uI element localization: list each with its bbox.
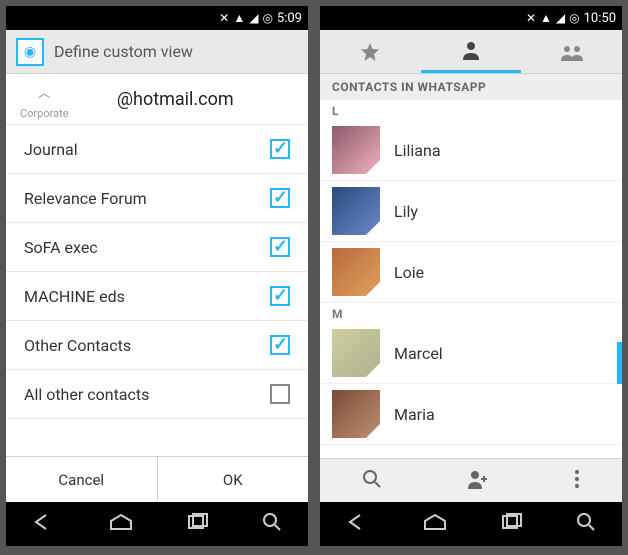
section-domain: @hotmail.com	[87, 89, 264, 110]
signal-icon: ◢	[556, 11, 565, 25]
add-contact-icon[interactable]	[466, 468, 490, 494]
checkbox-row[interactable]: SoFA exec	[6, 223, 308, 272]
tab-bar	[320, 30, 622, 74]
content-area: ︿ Corporate @hotmail.com Journal Relevanc…	[6, 74, 308, 456]
list-header: CONTACTS IN WHATSAPP	[320, 74, 622, 100]
row-label: Relevance Forum	[24, 189, 147, 208]
app-icon: ◉	[16, 38, 44, 66]
tab-favorites[interactable]	[320, 30, 421, 73]
nfc-icon: ◎	[262, 11, 272, 25]
group-icon	[559, 41, 585, 63]
phone-left: ✕ ▲ ◢ ◎ 5:09 ◉ Define custom view ︿ Corp…	[6, 6, 308, 546]
content-area: CONTACTS IN WHATSAPP L Liliana Lily Loie M Ma…	[320, 74, 622, 458]
tab-groups[interactable]	[521, 30, 622, 73]
chevron-up-icon: ︿	[38, 84, 50, 101]
home-icon[interactable]	[422, 513, 448, 535]
phone-right: ✕ ▲ ◢ ◎ 10:50 CONTACTS IN WHATSAPP L Lili…	[320, 6, 622, 546]
nav-bar	[6, 502, 308, 546]
ok-button[interactable]: OK	[158, 457, 309, 502]
checkbox[interactable]	[270, 384, 290, 404]
section-letter: M	[320, 303, 622, 323]
checkbox[interactable]	[270, 335, 290, 355]
contact-row[interactable]: Liliana	[320, 120, 622, 181]
checkbox-row[interactable]: MACHINE eds	[6, 272, 308, 321]
back-icon[interactable]	[346, 513, 370, 535]
page-title: Define custom view	[54, 42, 193, 61]
star-icon	[359, 41, 381, 63]
status-bar: ✕ ▲ ◢ ◎ 5:09	[6, 6, 308, 30]
checkbox[interactable]	[270, 188, 290, 208]
search-nav-icon[interactable]	[262, 512, 282, 536]
contact-row[interactable]: Marcel	[320, 323, 622, 384]
search-nav-icon[interactable]	[576, 512, 596, 536]
checkbox[interactable]	[270, 237, 290, 257]
section-header[interactable]: ︿ Corporate @hotmail.com	[6, 74, 308, 125]
section-letter: L	[320, 100, 622, 120]
status-time: 10:50	[584, 11, 616, 26]
contact-row[interactable]: Lily	[320, 181, 622, 242]
vibrate-icon: ✕	[219, 11, 229, 25]
wifi-icon: ▲	[540, 11, 552, 25]
row-label: SoFA exec	[24, 238, 98, 257]
checkbox-row[interactable]: All other contacts	[6, 370, 308, 419]
checkbox-row[interactable]: Relevance Forum	[6, 174, 308, 223]
row-label: MACHINE eds	[24, 287, 125, 306]
wifi-icon: ▲	[233, 11, 245, 25]
contact-row[interactable]: Loie	[320, 242, 622, 303]
person-icon	[460, 39, 482, 61]
signal-icon: ◢	[249, 11, 258, 25]
scroll-indicator[interactable]	[617, 342, 622, 384]
cancel-button[interactable]: Cancel	[6, 457, 158, 502]
back-icon[interactable]	[32, 513, 56, 535]
checkbox-row[interactable]: Journal	[6, 125, 308, 174]
app-bar: ◉ Define custom view	[6, 30, 308, 74]
contact-name: Liliana	[394, 141, 441, 160]
vibrate-icon: ✕	[526, 11, 536, 25]
tab-contacts[interactable]	[421, 30, 522, 73]
contact-row[interactable]: Maria	[320, 384, 622, 445]
search-icon[interactable]	[362, 469, 382, 493]
row-label: All other contacts	[24, 385, 149, 404]
contact-name: Marcel	[394, 344, 443, 363]
avatar	[332, 248, 380, 296]
home-icon[interactable]	[108, 513, 134, 535]
avatar	[332, 126, 380, 174]
contact-name: Maria	[394, 405, 435, 424]
row-label: Other Contacts	[24, 336, 131, 355]
nfc-icon: ◎	[569, 11, 579, 25]
contact-name: Loie	[394, 263, 424, 282]
recents-icon[interactable]	[186, 513, 210, 535]
dialog-buttons: Cancel OK	[6, 456, 308, 502]
checkbox-row[interactable]: Other Contacts	[6, 321, 308, 370]
section-sublabel: Corporate	[20, 107, 69, 120]
status-time: 5:09	[277, 11, 302, 26]
status-bar: ✕ ▲ ◢ ◎ 10:50	[320, 6, 622, 30]
recents-icon[interactable]	[500, 513, 524, 535]
nav-bar	[320, 502, 622, 546]
avatar	[332, 187, 380, 235]
avatar	[332, 329, 380, 377]
bottom-bar	[320, 458, 622, 502]
checkbox[interactable]	[270, 139, 290, 159]
contact-name: Lily	[394, 202, 418, 221]
overflow-icon[interactable]	[574, 469, 580, 493]
avatar	[332, 390, 380, 438]
row-label: Journal	[24, 140, 78, 159]
checkbox[interactable]	[270, 286, 290, 306]
